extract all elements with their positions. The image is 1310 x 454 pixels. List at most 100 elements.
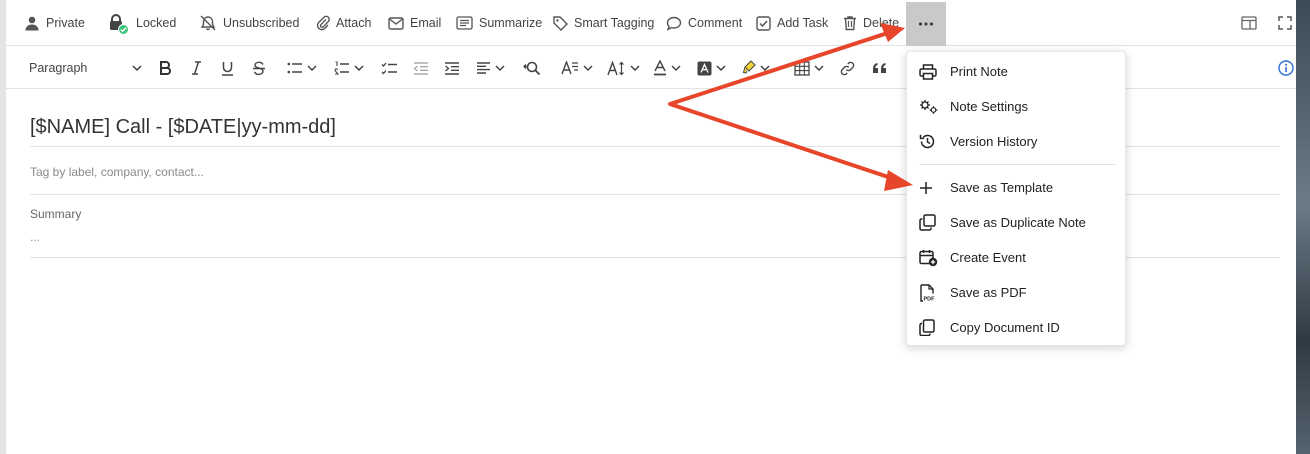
indent-icon [445, 61, 459, 75]
gears-icon [920, 99, 938, 114]
bulleted-list-button[interactable] [287, 47, 317, 89]
alignment-button[interactable] [476, 47, 505, 89]
attach-label: Attach [336, 16, 372, 30]
tag-icon [553, 15, 568, 31]
quote-icon [873, 63, 886, 73]
delete-button[interactable]: Delete [843, 0, 899, 46]
font-color-icon [654, 60, 666, 76]
expand-icon [1278, 16, 1292, 30]
split-view-icon [1241, 16, 1257, 30]
menu-separator [919, 164, 1115, 165]
chevron-down-icon [814, 65, 824, 71]
outdent-button[interactable] [413, 47, 429, 89]
fullscreen-button[interactable] [1278, 0, 1292, 46]
private-label: Private [46, 16, 85, 30]
bell-off-icon [200, 15, 216, 31]
italic-button[interactable] [191, 47, 202, 89]
note-toolbar: Private Locked Unsubscribed Attach Email [6, 0, 1296, 46]
bulleted-list-icon [287, 62, 302, 74]
outdent-icon [413, 61, 428, 75]
underline-button[interactable] [221, 47, 234, 89]
menu-item-save-as-pdf[interactable]: PDF Save as PDF [907, 275, 1127, 310]
checklist-button[interactable] [381, 47, 398, 89]
menu-item-create-event[interactable]: Create Event [907, 240, 1127, 275]
locked-button[interactable]: Locked [108, 0, 176, 46]
email-button[interactable]: Email [388, 0, 441, 46]
menu-item-label: Print Note [950, 64, 1008, 79]
chevron-down-icon [307, 65, 317, 71]
tag-input-placeholder[interactable]: Tag by label, company, contact... [30, 165, 204, 179]
menu-item-label: Save as Duplicate Note [950, 215, 1086, 230]
calendar-add-icon [919, 249, 938, 266]
summarize-button[interactable]: Summarize [456, 0, 542, 46]
attach-button[interactable]: Attach [316, 0, 371, 46]
font-color-button[interactable] [653, 47, 681, 89]
underline-icon [222, 61, 233, 76]
highlight-button[interactable] [742, 47, 770, 89]
summary-value[interactable]: ... [30, 230, 40, 244]
background-color-icon [697, 61, 712, 75]
blockquote-button[interactable] [872, 47, 887, 89]
comment-button[interactable]: Comment [666, 0, 742, 46]
trash-icon [844, 16, 856, 31]
menu-item-label: Copy Document ID [950, 320, 1060, 335]
summary-list-icon [456, 16, 473, 30]
menu-item-label: Version History [950, 134, 1038, 149]
copy-icon [919, 319, 935, 336]
unsubscribed-button[interactable]: Unsubscribed [199, 0, 299, 46]
email-label: Email [410, 16, 442, 30]
insert-table-button[interactable] [794, 47, 824, 89]
more-options-menu: Print Note Note Settings Version History… [906, 51, 1126, 346]
more-horizontal-icon [919, 22, 933, 26]
smart-tagging-button[interactable]: Smart Tagging [553, 0, 654, 46]
split-view-button[interactable] [1241, 0, 1257, 46]
italic-icon [192, 61, 201, 75]
menu-item-save-as-duplicate-note[interactable]: Save as Duplicate Note [907, 205, 1127, 240]
highlighter-icon [742, 60, 756, 74]
bold-icon [160, 61, 171, 75]
font-size-button[interactable] [607, 47, 640, 89]
paragraph-style-select[interactable]: Paragraph [29, 47, 142, 89]
chevron-down-icon [132, 65, 142, 71]
chevron-down-icon [495, 65, 505, 71]
unsubscribed-label: Unsubscribed [223, 16, 300, 30]
more-options-button[interactable] [906, 2, 946, 46]
text-style-icon [561, 61, 578, 75]
chevron-down-icon [716, 65, 726, 71]
history-icon [919, 134, 935, 149]
numbered-list-button[interactable] [334, 47, 364, 89]
checklist-icon [381, 62, 397, 74]
note-title[interactable]: [$NAME] Call - [$DATE|yy-mm-dd] [30, 116, 336, 139]
lock-icon [108, 14, 129, 35]
duplicate-icon [919, 214, 936, 231]
svg-text:PDF: PDF [924, 296, 936, 302]
locked-label: Locked [136, 16, 177, 30]
menu-item-note-settings[interactable]: Note Settings [907, 89, 1127, 124]
insert-link-button[interactable] [840, 47, 855, 89]
private-button[interactable]: Private [24, 0, 85, 46]
find-replace-icon [523, 61, 541, 76]
add-task-button[interactable]: Add Task [756, 0, 828, 46]
menu-item-print-note[interactable]: Print Note [907, 54, 1127, 89]
background-color-button[interactable] [697, 47, 726, 89]
menu-item-save-as-template[interactable]: Save as Template [907, 170, 1127, 205]
chevron-down-icon [671, 65, 681, 71]
bold-button[interactable] [159, 47, 172, 89]
table-icon [794, 60, 810, 76]
text-style-button[interactable] [561, 47, 593, 89]
chevron-down-icon [583, 65, 593, 71]
menu-item-version-history[interactable]: Version History [907, 124, 1127, 159]
smart-tagging-label: Smart Tagging [574, 16, 655, 30]
envelope-icon [388, 16, 404, 30]
chevron-down-icon [354, 65, 364, 71]
delete-label: Delete [863, 16, 900, 30]
info-button[interactable] [1278, 47, 1294, 89]
strikethrough-button[interactable] [252, 47, 266, 89]
paragraph-style-label: Paragraph [29, 61, 88, 75]
person-icon [25, 16, 39, 31]
indent-button[interactable] [444, 47, 460, 89]
desktop-background-edge [1296, 0, 1310, 454]
menu-item-copy-document-id[interactable]: Copy Document ID [907, 310, 1127, 345]
printer-icon [919, 63, 937, 80]
find-replace-button[interactable] [523, 47, 541, 89]
